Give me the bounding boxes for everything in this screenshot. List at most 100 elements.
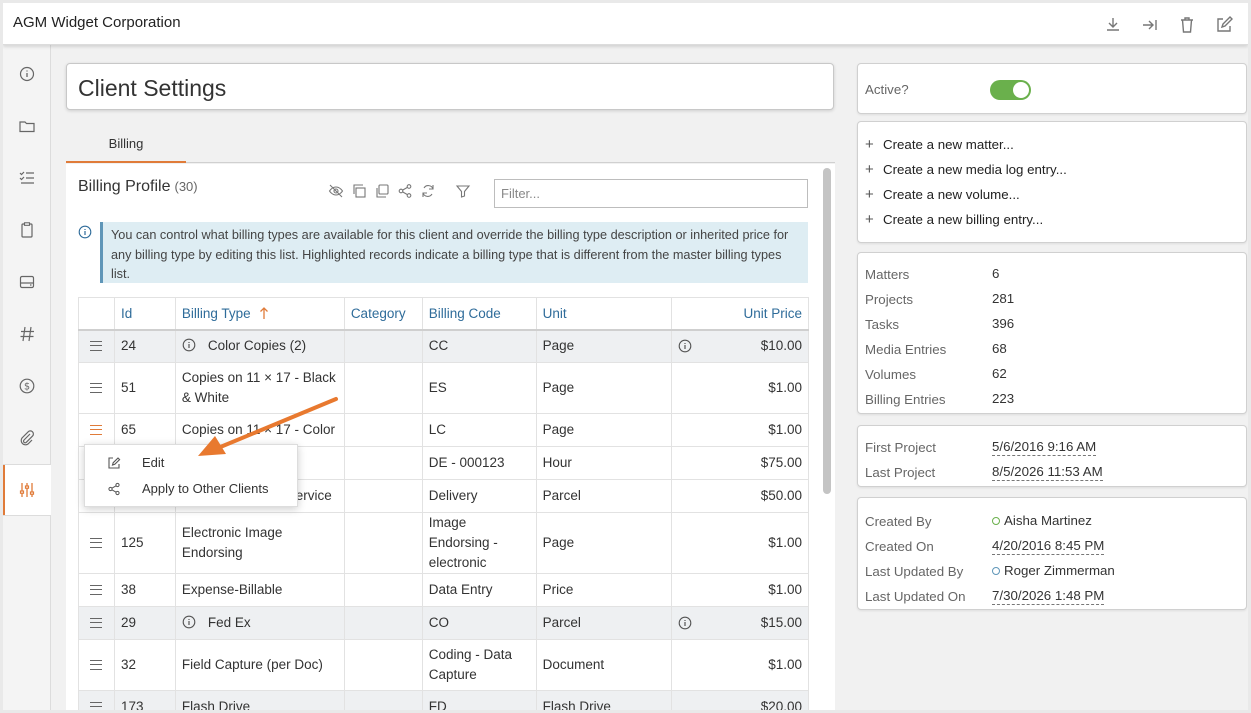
- menu-item-apply-to-other-clients[interactable]: Apply to Other Clients: [85, 476, 299, 502]
- export-icon[interactable]: [1140, 16, 1160, 34]
- info-icon[interactable]: [182, 338, 196, 352]
- paperclip-icon: [20, 430, 34, 446]
- cell-unit: Page: [535, 512, 673, 574]
- drag-handle-icon[interactable]: [90, 618, 103, 628]
- projects-card: First Project 5/6/2016 9:16 AM Last Proje…: [857, 425, 1247, 487]
- cell-unit-price: $1.00: [671, 573, 809, 607]
- cell-unit-price: $10.00: [671, 329, 809, 363]
- table-row[interactable]: 51 Copies on 11 × 17 - Black & White ES …: [78, 362, 809, 414]
- cell-billing-type: Expense-Billable: [174, 573, 345, 607]
- table-row[interactable]: 38 Expense-Billable Data Entry Price $1.…: [78, 573, 809, 607]
- action-new-matter-label: Create a new matter...: [883, 137, 1014, 152]
- drag-handle-icon[interactable]: [90, 538, 103, 548]
- active-label: Active?: [865, 82, 909, 97]
- info-icon[interactable]: [678, 616, 692, 630]
- drag-handle-icon[interactable]: [90, 660, 103, 670]
- drag-handle-icon[interactable]: [90, 585, 103, 595]
- created-by-name: Aisha Martinez: [1004, 513, 1092, 528]
- sidebar-item-clipboard[interactable]: [3, 204, 51, 256]
- row-handle[interactable]: [78, 329, 115, 363]
- action-new-volume[interactable]: + Create a new volume...: [865, 186, 1020, 203]
- eye-off-icon[interactable]: [328, 183, 344, 199]
- table-row[interactable]: 29 Fed Ex CO Parcel $15.00: [78, 606, 809, 640]
- cell-category: [343, 329, 423, 363]
- download-icon[interactable]: [1103, 16, 1123, 34]
- action-new-media-log[interactable]: + Create a new media log entry...: [865, 161, 1067, 178]
- col-billing-code[interactable]: Billing Code: [421, 297, 537, 331]
- cell-billing-type: Copies on 11 × 17 - Black & White: [174, 362, 345, 414]
- row-handle[interactable]: [78, 606, 115, 640]
- row-handle[interactable]: [78, 413, 115, 447]
- cell-unit-price: $50.00: [671, 479, 809, 513]
- sidebar-item-settings[interactable]: [3, 464, 51, 516]
- actions-card: + Create a new matter... + Create a new me…: [857, 121, 1247, 243]
- table-row[interactable]: 125 Electronic Image Endorsing Image End…: [78, 512, 809, 574]
- cell-billing-type: Fed Ex: [174, 606, 345, 640]
- drag-handle-icon[interactable]: [90, 425, 103, 435]
- copy-icon[interactable]: [351, 183, 367, 199]
- table-row[interactable]: 65 Copies on 11 × 17 - Color LC Page $1.…: [78, 413, 809, 447]
- duplicate-icon[interactable]: [374, 183, 390, 199]
- table-row[interactable]: 32 Field Capture (per Doc) Coding - Data…: [78, 639, 809, 691]
- drag-handle-icon[interactable]: [90, 383, 103, 393]
- col-category[interactable]: Category: [343, 297, 423, 331]
- info-icon: [78, 225, 92, 239]
- sort-ascending-icon: [259, 306, 268, 319]
- col-unit[interactable]: Unit: [535, 297, 673, 331]
- row-handle[interactable]: [78, 690, 115, 710]
- row-handle[interactable]: [78, 639, 115, 691]
- sidebar-item-numbers[interactable]: [3, 308, 51, 360]
- cell-billing-type-text: Copies on 11 × 17 - Color: [181, 422, 336, 437]
- col-billing-type[interactable]: Billing Type: [174, 297, 345, 331]
- share-icon[interactable]: [397, 183, 413, 199]
- vertical-scrollbar[interactable]: [823, 168, 831, 494]
- drag-handle-icon[interactable]: [90, 702, 103, 710]
- action-new-matter[interactable]: + Create a new matter...: [865, 136, 1014, 153]
- row-handle[interactable]: [78, 362, 115, 414]
- filter-input[interactable]: [494, 179, 808, 208]
- row-handle[interactable]: [78, 512, 115, 574]
- tab-billing[interactable]: Billing: [66, 125, 186, 163]
- info-icon[interactable]: [678, 339, 692, 353]
- table-row[interactable]: 173 Flash Drive FD Flash Drive $20.00: [78, 690, 809, 710]
- filter-icon[interactable]: [455, 183, 471, 199]
- action-new-billing-entry[interactable]: + Create a new billing entry...: [865, 211, 1043, 228]
- checklist-icon: [19, 171, 34, 184]
- cell-unit-price: $15.00: [671, 606, 809, 640]
- cell-category: [343, 512, 423, 574]
- user-status-icon: [992, 567, 1000, 575]
- hash-icon: [20, 326, 34, 342]
- trash-icon[interactable]: [1177, 16, 1197, 34]
- last-updated-on-date: 7/30/2026 1:48 PM: [992, 588, 1105, 605]
- sidebar: $: [3, 45, 51, 710]
- sidebar-item-folders[interactable]: [3, 100, 51, 152]
- col-id[interactable]: Id: [113, 297, 176, 331]
- menu-item-edit[interactable]: Edit: [85, 450, 299, 476]
- col-unit-price[interactable]: Unit Price: [671, 297, 809, 331]
- dollar-icon: $: [19, 378, 35, 394]
- billing-profile-heading: Billing Profile (30): [78, 178, 198, 196]
- stat-value: 68: [992, 341, 1007, 356]
- table-row[interactable]: 24 Color Copies (2) CC Page $10.00: [78, 329, 809, 363]
- sidebar-item-billing[interactable]: $: [3, 360, 51, 412]
- sidebar-item-inbox[interactable]: [3, 256, 51, 308]
- refresh-icon[interactable]: [420, 183, 436, 199]
- sidebar-item-tasks[interactable]: [3, 152, 51, 204]
- cell-billing-code: CO: [421, 606, 537, 640]
- drag-handle-icon[interactable]: [90, 341, 103, 352]
- sidebar-item-info[interactable]: [3, 48, 51, 100]
- edit-icon[interactable]: [1214, 16, 1234, 34]
- stat-label: Matters: [865, 267, 910, 282]
- svg-text:$: $: [24, 382, 30, 393]
- cell-unit: Document: [535, 639, 673, 691]
- row-handle[interactable]: [78, 573, 115, 607]
- plus-icon: +: [865, 136, 874, 153]
- cell-billing-code: LC: [421, 413, 537, 447]
- last-updated-by-name: Roger Zimmerman: [1004, 563, 1115, 578]
- inbox-icon: [19, 275, 35, 289]
- active-toggle[interactable]: [990, 80, 1031, 100]
- info-icon[interactable]: [182, 615, 196, 629]
- cell-unit: Parcel: [535, 479, 673, 513]
- cell-unit: Page: [535, 362, 673, 414]
- sidebar-item-attachments[interactable]: [3, 412, 51, 464]
